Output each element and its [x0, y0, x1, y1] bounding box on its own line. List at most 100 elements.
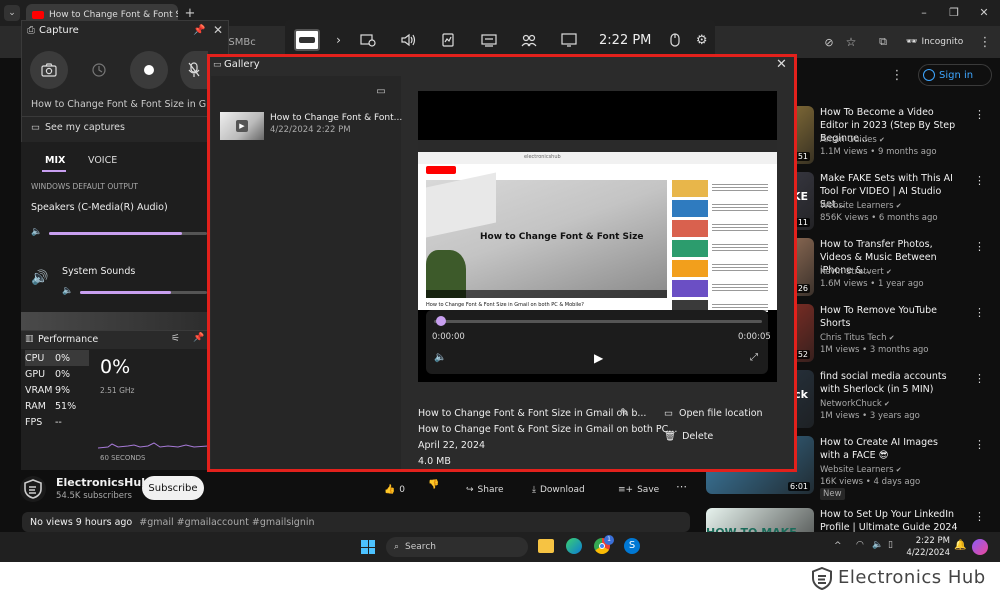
- metric-vram[interactable]: VRAM 9%: [25, 382, 89, 398]
- recommended-meta: 1.1M views • 9 months ago: [820, 147, 937, 157]
- eye-off-icon[interactable]: ⊘: [820, 34, 838, 50]
- skype-icon[interactable]: S: [624, 538, 640, 554]
- address-field[interactable]: 3SMBc: [222, 32, 282, 52]
- performance-header: ▥ Performance ⚟ 📌: [21, 331, 209, 349]
- recommended-channel[interactable]: Kevin Stratvert ✔: [820, 266, 970, 278]
- video-duration: 6:01: [788, 482, 810, 491]
- open-folder-icon[interactable]: ▭: [372, 83, 390, 99]
- seek-thumb[interactable]: [436, 316, 446, 326]
- tab-menu-icon[interactable]: ⌄: [4, 5, 20, 21]
- more-actions-icon[interactable]: ⋯: [676, 480, 687, 493]
- recommended-title[interactable]: How to Create AI Images with a FACE 😎: [820, 436, 960, 462]
- wifi-icon[interactable]: ◠: [856, 540, 864, 550]
- maximize-icon[interactable]: ❐: [946, 4, 962, 20]
- download-button[interactable]: ⤓ Download: [532, 480, 612, 500]
- notifications-icon[interactable]: 🔔: [954, 540, 966, 551]
- full-title: How to Change Font & Font Size in Gmail …: [418, 424, 678, 435]
- open-file-location-button[interactable]: ▭ Open file location: [664, 408, 763, 419]
- taskbar-time[interactable]: 2:22 PM: [906, 536, 950, 546]
- delete-button[interactable]: 🗑 Delete: [664, 431, 713, 442]
- recommended-meta: 1M views • 3 months ago: [820, 345, 929, 355]
- file-explorer-icon[interactable]: [538, 539, 554, 553]
- verified-icon: ✔: [893, 466, 902, 474]
- taskbar-date[interactable]: 4/22/2024: [900, 548, 950, 558]
- like-button[interactable]: 👍 0: [384, 480, 426, 500]
- system-volume-icon: 🔈: [62, 286, 74, 296]
- recommended-more-icon[interactable]: ⋮: [974, 240, 985, 253]
- play-icon[interactable]: ▶: [594, 351, 603, 365]
- copilot-icon[interactable]: [972, 539, 988, 555]
- volume-icon[interactable]: 🔈: [434, 352, 446, 363]
- new-tab-icon[interactable]: +: [182, 5, 198, 21]
- metric-gpu[interactable]: GPU 0%: [25, 366, 89, 382]
- recommended-title[interactable]: How To Remove YouTube Shorts: [820, 304, 960, 330]
- recommended-channel[interactable]: Aman Guides ✔: [820, 134, 970, 146]
- channel-avatar[interactable]: [20, 476, 46, 502]
- performance-options-icon[interactable]: ⚟: [171, 333, 180, 344]
- recommended-more-icon[interactable]: ⋮: [974, 510, 985, 523]
- tab-voice[interactable]: VOICE: [88, 155, 117, 166]
- preview-video-frame: How to Change Font & Font Size: [426, 172, 667, 298]
- record-last-button[interactable]: [80, 51, 118, 89]
- recommended-more-icon[interactable]: ⋮: [974, 108, 985, 121]
- fullscreen-icon[interactable]: ⤢: [750, 352, 758, 363]
- seek-track[interactable]: [434, 320, 762, 323]
- recommended-channel[interactable]: NetworkChuck ✔: [820, 398, 970, 410]
- description-box[interactable]: No views 9 hours ago #gmail #gmailaccoun…: [22, 512, 690, 532]
- taskbar-search[interactable]: ⌕ Search: [386, 537, 528, 557]
- device-volume-track[interactable]: [49, 232, 207, 235]
- gallery-item[interactable]: ▶ How to Change Font & Font... 4/22/2024…: [216, 108, 402, 144]
- capture-close-icon[interactable]: ✕: [213, 23, 223, 37]
- recommended-more-icon[interactable]: ⋮: [974, 372, 985, 385]
- see-my-captures-link[interactable]: ▭ See my captures: [31, 122, 125, 133]
- sign-in-button[interactable]: Sign in: [918, 64, 992, 86]
- recommended-meta: 16K views • 4 days ago: [820, 477, 921, 487]
- subscriber-count: 54.5K subscribers: [56, 491, 132, 501]
- recommended-channel[interactable]: Chris Titus Tech ✔: [820, 332, 970, 344]
- extensions-icon[interactable]: ⧉: [874, 34, 892, 50]
- tab-mix[interactable]: MIX: [45, 155, 65, 166]
- channel-name[interactable]: ElectronicsHub: [56, 476, 149, 489]
- hashtags[interactable]: #gmail #gmailaccount #gmailsignin: [139, 517, 314, 528]
- close-window-icon[interactable]: ✕: [976, 4, 992, 20]
- recommended-channel[interactable]: Website Learners ✔: [820, 464, 970, 476]
- metric-fps[interactable]: FPS --: [25, 414, 89, 430]
- recommended-title[interactable]: How to Set Up Your LinkedIn Profile | Ul…: [820, 508, 960, 534]
- edit-name-icon[interactable]: ✎: [620, 406, 629, 419]
- share-label: Share: [477, 485, 504, 495]
- bookmark-star-icon[interactable]: ☆: [842, 34, 860, 50]
- preview-mini-lines: [712, 242, 768, 252]
- battery-icon[interactable]: ▯: [888, 540, 893, 550]
- start-icon[interactable]: [361, 540, 375, 554]
- recommended-more-icon[interactable]: ⋮: [974, 306, 985, 319]
- mic-toggle-button[interactable]: [180, 51, 208, 89]
- edge-icon[interactable]: [566, 538, 582, 554]
- dislike-button[interactable]: 👎: [428, 480, 448, 500]
- metric-cpu[interactable]: CPU 0%: [25, 350, 89, 366]
- recommended-channel[interactable]: Website Learners ✔: [820, 200, 970, 212]
- output-device[interactable]: Speakers (C-Media(R) Audio): [31, 202, 168, 213]
- recommended-title[interactable]: find social media accounts with Sherlock…: [820, 370, 960, 396]
- browser-menu-icon[interactable]: ⋮: [978, 34, 992, 50]
- share-button[interactable]: ↪ Share: [466, 480, 526, 500]
- pin-icon[interactable]: 📌: [193, 25, 205, 36]
- more-options-icon[interactable]: ⋮: [890, 66, 904, 84]
- electronics-hub-logo-icon: [812, 567, 832, 590]
- recommended-meta: 856K views • 6 months ago: [820, 213, 938, 223]
- device-volume-fill: [49, 232, 182, 235]
- gallery-close-icon[interactable]: ✕: [776, 57, 787, 72]
- incognito-badge[interactable]: 🕶 Incognito: [906, 32, 970, 52]
- system-volume-track[interactable]: [80, 291, 207, 294]
- subscribe-button[interactable]: Subscribe: [142, 476, 204, 500]
- tray-chevron-icon[interactable]: ^: [834, 541, 842, 551]
- screenshot-button[interactable]: [30, 51, 68, 89]
- performance-pin-icon[interactable]: 📌: [193, 333, 204, 343]
- recommended-more-icon[interactable]: ⋮: [974, 174, 985, 187]
- metric-ram[interactable]: RAM 51%: [25, 398, 89, 414]
- minimize-icon[interactable]: –: [916, 4, 932, 20]
- recommended-more-icon[interactable]: ⋮: [974, 438, 985, 451]
- start-recording-button[interactable]: [130, 51, 168, 89]
- speaker-icon[interactable]: 🔈: [872, 540, 883, 550]
- save-button[interactable]: ≡+ Save: [618, 480, 674, 500]
- file-size: 4.0 MB: [418, 456, 451, 467]
